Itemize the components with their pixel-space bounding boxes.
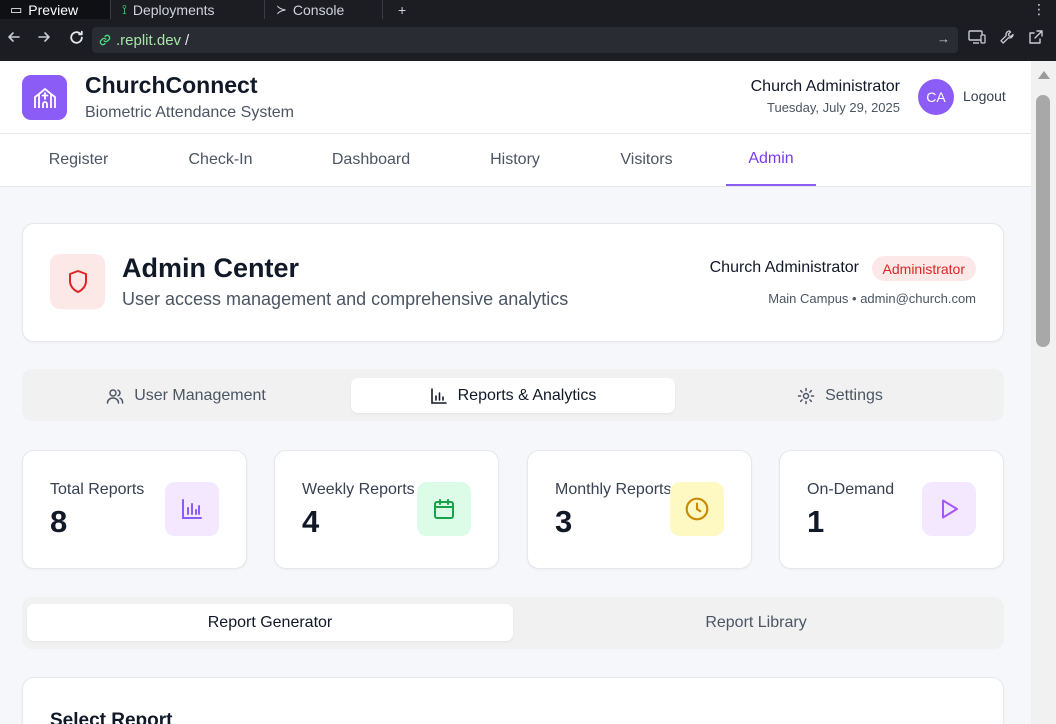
tab-label: Console <box>292 1 345 18</box>
app-subtitle: Biometric Attendance System <box>85 104 294 121</box>
wrench-icon <box>1000 30 1014 44</box>
stat-value: 1 <box>807 504 825 539</box>
clock-icon <box>685 497 709 521</box>
stat-label: Monthly Reports <box>555 481 672 498</box>
bar-chart-icon <box>430 387 447 404</box>
url-path: / <box>185 31 190 49</box>
stat-value: 4 <box>302 504 320 539</box>
page-subtitle: User access management and comprehensive… <box>122 289 569 309</box>
new-tab-button[interactable]: + <box>388 0 416 19</box>
tab-visitors[interactable]: Visitors <box>590 134 703 186</box>
browser-tab-bar: ▭ Preview ⟟ Deployments ≻ Console + ⋮ <box>0 0 1056 19</box>
tab-history[interactable]: History <box>458 134 572 186</box>
stat-card-monthly-reports: Monthly Reports 3 <box>527 450 752 569</box>
more-vertical-icon: ⋮ <box>1032 1 1046 17</box>
terminal-icon: ≻ <box>276 1 287 17</box>
church-icon <box>33 87 56 108</box>
monitor-icon: ▭ <box>10 1 23 17</box>
scroll-up-icon[interactable] <box>1038 71 1050 79</box>
stat-icon-box <box>165 482 219 536</box>
report-tabs: Report Generator Report Library <box>22 597 1004 649</box>
calendar-icon <box>434 499 454 519</box>
subtab-label: User Management <box>134 386 266 404</box>
tab-console[interactable]: ≻ Console <box>266 0 380 19</box>
tab-dashboard[interactable]: Dashboard <box>314 134 428 186</box>
go-icon[interactable]: → <box>937 31 950 46</box>
tab-deployments[interactable]: ⟟ Deployments <box>112 0 262 19</box>
stat-label: On-Demand <box>807 481 895 498</box>
logout-button[interactable]: Logout <box>963 88 1006 104</box>
stat-card-weekly-reports: Weekly Reports 4 <box>274 450 499 569</box>
url-field[interactable]: .replit.dev / → <box>92 27 958 53</box>
app-title: ChurchConnect <box>85 72 258 98</box>
reload-button[interactable] <box>65 29 87 51</box>
select-report-title: Select Report <box>50 710 173 724</box>
arrow-left-icon <box>8 32 20 42</box>
admin-user-name: Church Administrator <box>709 259 859 276</box>
forward-button[interactable] <box>33 29 55 51</box>
plus-icon: + <box>398 1 407 18</box>
deploy-icon: ⟟ <box>122 1 127 17</box>
browser-menu-button[interactable]: ⋮ <box>1022 0 1056 19</box>
tab-label: Preview <box>28 1 79 18</box>
stat-icon-box <box>670 482 724 536</box>
subtab-label: Settings <box>825 386 883 404</box>
tab-register[interactable]: Register <box>22 134 135 186</box>
tab-label: Deployments <box>132 1 215 18</box>
open-external-button[interactable] <box>1025 29 1047 51</box>
subtab-label: Reports & Analytics <box>457 386 597 404</box>
tab-admin[interactable]: Admin <box>726 134 816 186</box>
status-badge: Administrator <box>871 256 976 281</box>
stat-value: 3 <box>555 504 573 539</box>
select-report-card: Select Report <box>22 677 1004 724</box>
avatar[interactable]: CA <box>918 79 954 115</box>
main-nav: Register Check-In Dashboard History Visi… <box>0 134 1031 187</box>
stat-icon-box <box>417 482 471 536</box>
stat-value: 8 <box>50 504 68 539</box>
church-logo <box>22 75 67 120</box>
bar-chart-icon <box>182 499 202 519</box>
browser-toolbar: .replit.dev / → <box>0 19 1056 61</box>
tab-user-management[interactable]: User Management <box>31 378 341 413</box>
page-title: Admin Center <box>122 253 300 283</box>
external-link-icon <box>1029 30 1043 44</box>
stat-card-on-demand: On-Demand 1 <box>779 450 1004 569</box>
devices-button[interactable] <box>966 29 988 51</box>
play-icon <box>942 499 958 519</box>
admin-meta: Main Campus • admin@church.com <box>768 291 976 306</box>
tab-divider <box>110 0 111 19</box>
stat-label: Weekly Reports <box>302 481 415 498</box>
tab-settings[interactable]: Settings <box>685 378 995 413</box>
url-host: .replit.dev <box>116 31 182 49</box>
scrollbar-thumb[interactable] <box>1036 95 1050 347</box>
page-scrollbar[interactable] <box>1031 61 1056 724</box>
app-header: ChurchConnect Biometric Attendance Syste… <box>0 61 1031 134</box>
stat-icon-box <box>922 482 976 536</box>
back-button[interactable] <box>3 29 25 51</box>
tab-report-library[interactable]: Report Library <box>513 604 999 641</box>
stat-label: Total Reports <box>50 481 145 498</box>
reload-icon <box>69 30 83 44</box>
tab-divider <box>382 0 383 19</box>
stat-card-total-reports: Total Reports 8 <box>22 450 247 569</box>
tab-check-in[interactable]: Check-In <box>164 134 277 186</box>
users-icon <box>106 388 124 404</box>
tab-preview[interactable]: ▭ Preview <box>0 0 110 19</box>
header-date: Tuesday, July 29, 2025 <box>767 100 900 115</box>
link-icon <box>99 34 111 46</box>
admin-shield-badge <box>50 254 105 309</box>
admin-center-card: Admin Center User access management and … <box>22 223 1004 342</box>
devices-icon <box>968 30 986 44</box>
tab-reports-analytics[interactable]: Reports & Analytics <box>351 378 675 413</box>
gear-icon <box>797 387 815 404</box>
tab-divider <box>264 0 265 19</box>
arrow-right-icon <box>38 32 50 42</box>
shield-icon <box>68 269 87 293</box>
devtools-button[interactable] <box>996 29 1018 51</box>
tab-report-generator[interactable]: Report Generator <box>27 604 513 641</box>
admin-subtabs: User Management Reports & Analytics Sett… <box>22 369 1004 421</box>
header-user-name: Church Administrator <box>750 78 900 95</box>
